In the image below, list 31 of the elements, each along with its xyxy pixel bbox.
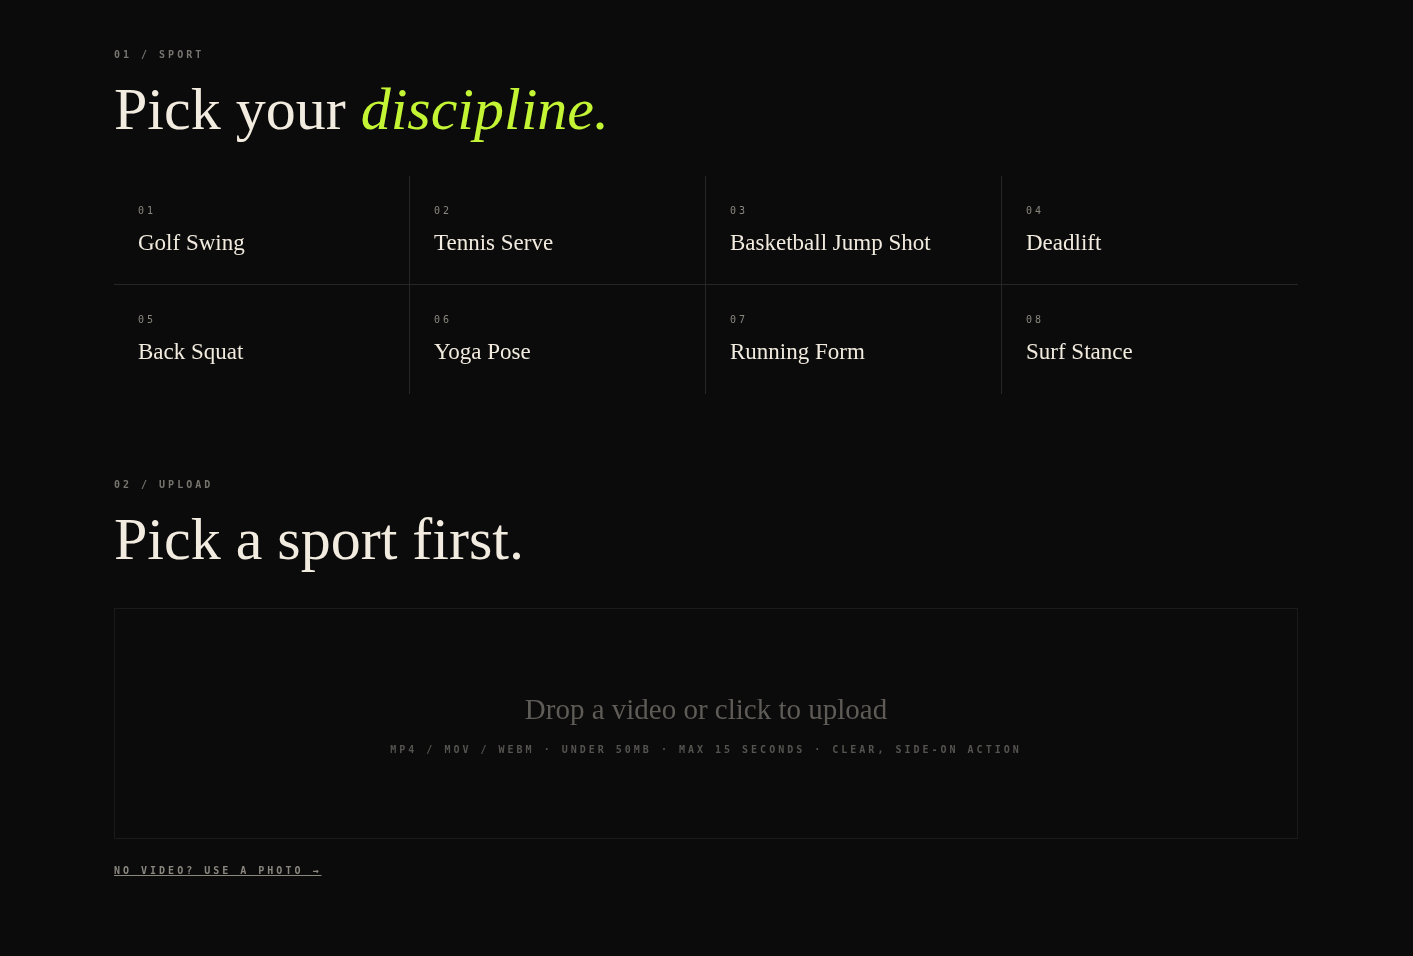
sport-option[interactable]: 04 Deadlift xyxy=(1002,176,1298,285)
section-label: 02 / UPLOAD xyxy=(114,479,214,490)
option-number: 07 xyxy=(730,314,749,325)
section-heading: Pick your discipline. xyxy=(114,76,610,142)
sport-option[interactable]: 01 Golf Swing xyxy=(114,176,410,285)
option-number: 01 xyxy=(138,205,157,216)
sport-option[interactable]: 06 Yoga Pose xyxy=(410,285,706,394)
sport-option[interactable]: 02 Tennis Serve xyxy=(410,176,706,285)
option-number: 03 xyxy=(730,205,749,216)
sport-name: Tennis Serve xyxy=(434,230,554,256)
sport-name: Surf Stance xyxy=(1026,339,1133,365)
section-heading: Pick a sport first. xyxy=(114,506,525,572)
sport-option[interactable]: 03 Basketball Jump Shot xyxy=(706,176,1002,285)
sport-option[interactable]: 05 Back Squat xyxy=(114,285,410,394)
use-photo-link[interactable]: NO VIDEO? USE A PHOTO → xyxy=(114,865,322,876)
option-number: 05 xyxy=(138,314,157,325)
option-number: 02 xyxy=(434,205,453,216)
option-number: 08 xyxy=(1026,314,1045,325)
sport-option[interactable]: 07 Running Form xyxy=(706,285,1002,394)
sport-option[interactable]: 08 Surf Stance xyxy=(1002,285,1298,394)
sport-name: Basketball Jump Shot xyxy=(730,230,931,256)
sport-name: Back Squat xyxy=(138,339,244,365)
section-label: 01 / SPORT xyxy=(114,49,205,60)
sport-name: Yoga Pose xyxy=(434,339,531,365)
option-number: 06 xyxy=(434,314,453,325)
sport-name: Running Form xyxy=(730,339,865,365)
dropzone-hint: MP4 / MOV / WEBM · UNDER 50MB · MAX 15 SECONDS · CLEAR, SIDE-ON ACTION xyxy=(390,743,1022,755)
dropzone-title: Drop a video or click to upload xyxy=(524,692,888,726)
sport-name: Deadlift xyxy=(1026,230,1102,256)
sport-name: Golf Swing xyxy=(138,230,245,256)
option-number: 04 xyxy=(1026,205,1045,216)
